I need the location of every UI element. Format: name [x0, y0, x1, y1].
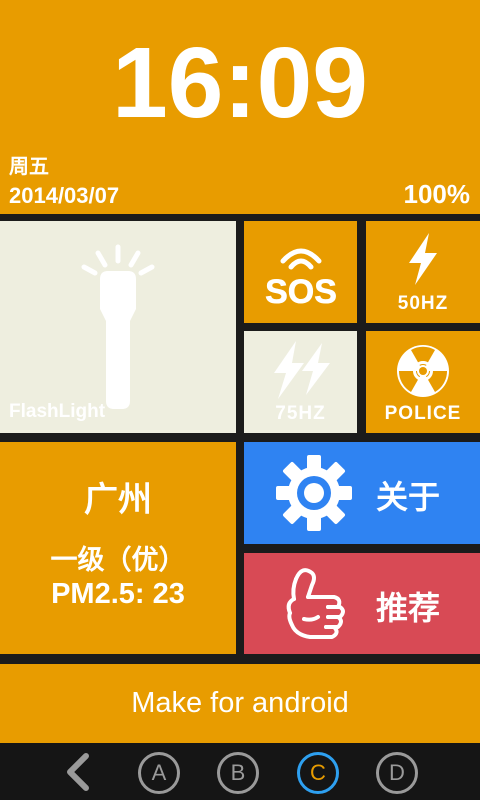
sos-tile[interactable]: SOS: [244, 221, 357, 323]
thumbs-up-icon: [286, 568, 345, 639]
weekday-label: 周五: [9, 154, 49, 178]
lightning-icon: [409, 233, 437, 285]
police-label: POLICE: [384, 403, 462, 424]
recommend-tile[interactable]: 推荐: [244, 553, 480, 654]
strobe-50hz-label: 50HZ: [397, 293, 449, 314]
strobe-75hz-label: 75HZ: [275, 403, 326, 424]
bottom-navigation-bar: A B C D: [0, 743, 480, 800]
svg-text:SOS: SOS: [265, 273, 337, 307]
flashlight-label: FlashLight: [9, 401, 106, 422]
nav-button-c[interactable]: C: [297, 752, 339, 794]
battery-percentage: 100%: [403, 179, 471, 209]
sos-icon: SOS: [264, 248, 337, 307]
gear-icon: [276, 455, 352, 531]
strobe-50hz-tile[interactable]: 50HZ: [366, 221, 480, 323]
recommend-label: 推荐: [376, 589, 441, 627]
header-panel: 16:09 周五 2014/03/07 100%: [0, 0, 480, 214]
nav-button-b[interactable]: B: [217, 752, 259, 794]
nav-button-d[interactable]: D: [376, 752, 418, 794]
flashlight-icon: [81, 244, 155, 409]
air-quality-tile[interactable]: 广州 一级（优） PM2.5: 23: [0, 442, 236, 654]
nav-button-a[interactable]: A: [138, 752, 180, 794]
back-arrow-icon[interactable]: [60, 752, 100, 792]
about-tile[interactable]: 关于: [244, 442, 480, 544]
date-label: 2014/03/07: [9, 183, 120, 208]
radiation-icon: [397, 345, 449, 397]
air-quality-level: 一级（优）: [50, 545, 186, 576]
strobe-75hz-tile[interactable]: 75HZ: [244, 331, 357, 433]
footer-banner: Make for android: [0, 664, 480, 743]
clock-time: 16:09: [112, 27, 368, 139]
about-label: 关于: [376, 478, 441, 516]
double-lightning-icon: [273, 341, 330, 399]
footer-text: Make for android: [131, 687, 349, 719]
police-tile[interactable]: POLICE: [366, 331, 480, 433]
city-name: 广州: [84, 480, 152, 520]
pm25-value: PM2.5: 23: [51, 578, 185, 610]
flashlight-tile[interactable]: FlashLight: [0, 221, 236, 433]
